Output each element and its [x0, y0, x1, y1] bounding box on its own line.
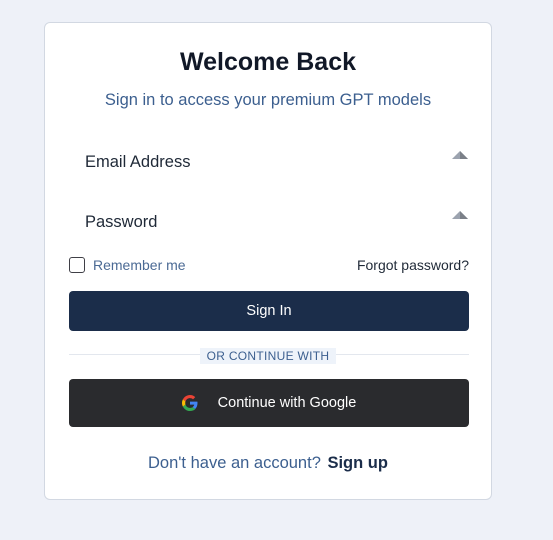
- signup-prompt-text: Don't have an account?: [148, 454, 321, 472]
- page-title: Welcome Back: [179, 48, 356, 76]
- continue-with-google-button[interactable]: Continue with Google: [69, 379, 469, 427]
- sign-up-link[interactable]: Sign up: [327, 454, 388, 472]
- password-field[interactable]: Password: [69, 202, 469, 242]
- email-field-label: Email Address: [85, 152, 191, 171]
- remember-me-checkbox[interactable]: [69, 257, 85, 273]
- remember-me[interactable]: Remember me: [69, 257, 186, 273]
- remember-me-label[interactable]: Remember me: [93, 257, 186, 273]
- divider: OR CONTINUE WITH: [45, 347, 491, 365]
- options-row: Remember me Forgot password?: [69, 255, 469, 275]
- continue-with-google-label: Continue with Google: [217, 395, 357, 411]
- google-g-icon: [181, 395, 198, 411]
- password-field-label: Password: [85, 212, 158, 231]
- autofill-triangle-icon[interactable]: [451, 150, 469, 164]
- divider-label: OR CONTINUE WITH: [199, 348, 337, 364]
- page-subtitle: Sign in to access your premium GPT model…: [104, 91, 432, 109]
- sign-in-button[interactable]: Sign In: [69, 291, 469, 331]
- forgot-password-link[interactable]: Forgot password?: [357, 257, 469, 273]
- autofill-triangle-icon[interactable]: [451, 210, 469, 224]
- signup-prompt: Don't have an account? Sign up: [45, 454, 491, 473]
- login-card: Welcome Back Sign in to access your prem…: [44, 22, 492, 500]
- email-field[interactable]: Email Address: [69, 142, 469, 182]
